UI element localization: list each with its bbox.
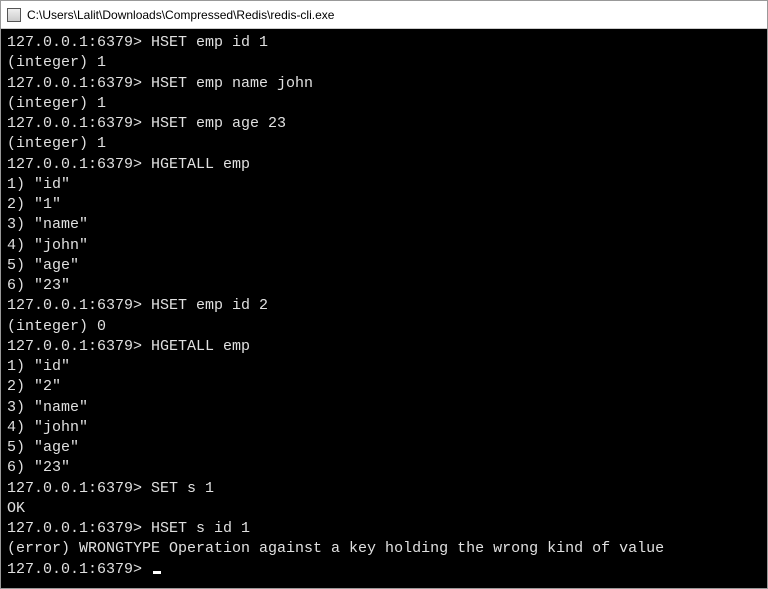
terminal-line: 127.0.0.1:6379> HSET emp id 2 <box>7 296 761 316</box>
terminal-line: 127.0.0.1:6379> <box>7 560 761 580</box>
terminal-line: 127.0.0.1:6379> HSET emp age 23 <box>7 114 761 134</box>
terminal-line: (error) WRONGTYPE Operation against a ke… <box>7 539 761 559</box>
window-title: C:\Users\Lalit\Downloads\Compressed\Redi… <box>27 8 334 22</box>
terminal-line: 2) "2" <box>7 377 761 397</box>
terminal-line: 127.0.0.1:6379> HGETALL emp <box>7 155 761 175</box>
terminal-line: 3) "name" <box>7 398 761 418</box>
terminal-line: 6) "23" <box>7 458 761 478</box>
terminal-line: 2) "1" <box>7 195 761 215</box>
terminal-line: (integer) 1 <box>7 134 761 154</box>
terminal-line: 1) "id" <box>7 357 761 377</box>
terminal-line: 6) "23" <box>7 276 761 296</box>
terminal-line: 4) "john" <box>7 236 761 256</box>
terminal-line: 127.0.0.1:6379> HGETALL emp <box>7 337 761 357</box>
app-icon <box>7 8 21 22</box>
terminal-line: 127.0.0.1:6379> SET s 1 <box>7 479 761 499</box>
terminal-line: 4) "john" <box>7 418 761 438</box>
terminal-view[interactable]: 127.0.0.1:6379> HSET emp id 1(integer) 1… <box>1 29 767 588</box>
terminal-line: OK <box>7 499 761 519</box>
terminal-line: (integer) 1 <box>7 94 761 114</box>
terminal-line: 3) "name" <box>7 215 761 235</box>
app-window: C:\Users\Lalit\Downloads\Compressed\Redi… <box>0 0 768 589</box>
terminal-line: (integer) 1 <box>7 53 761 73</box>
terminal-line: 127.0.0.1:6379> HSET emp id 1 <box>7 33 761 53</box>
terminal-line: 5) "age" <box>7 256 761 276</box>
terminal-line: 1) "id" <box>7 175 761 195</box>
titlebar[interactable]: C:\Users\Lalit\Downloads\Compressed\Redi… <box>1 1 767 29</box>
terminal-line: 127.0.0.1:6379> HSET emp name john <box>7 74 761 94</box>
terminal-line: 5) "age" <box>7 438 761 458</box>
terminal-line: (integer) 0 <box>7 317 761 337</box>
terminal-line: 127.0.0.1:6379> HSET s id 1 <box>7 519 761 539</box>
cursor <box>153 571 161 574</box>
